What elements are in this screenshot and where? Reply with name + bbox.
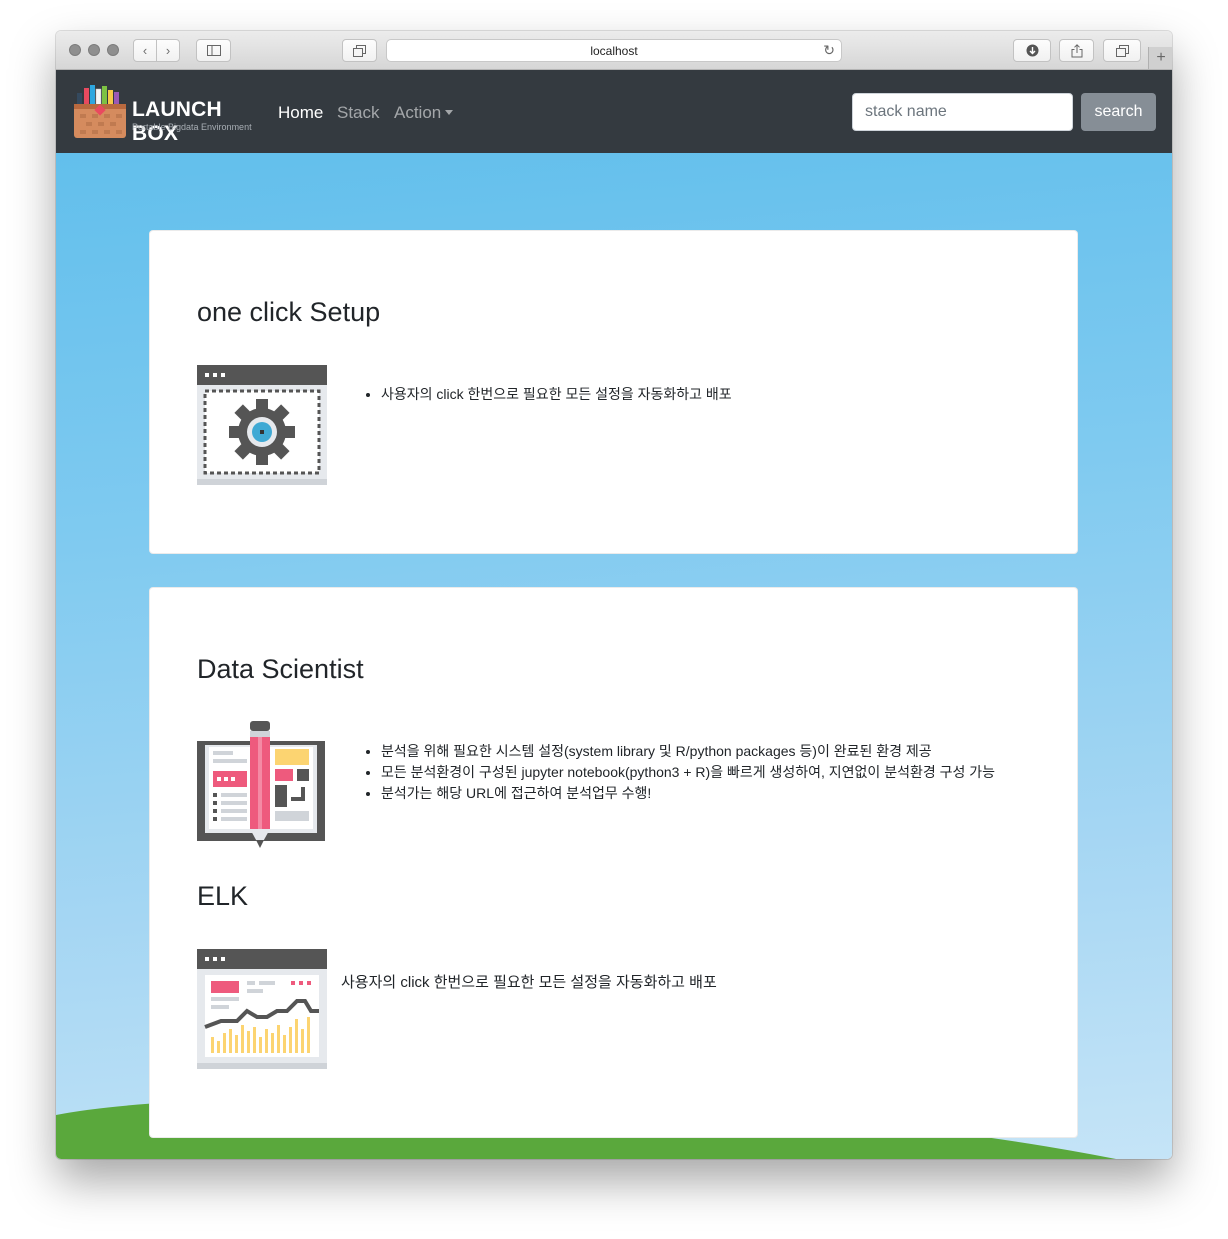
list-item: 모든 분석환경이 구성된 jupyter notebook(python3 + …: [381, 762, 995, 783]
nav-action-label: Action: [394, 103, 442, 122]
tab-overview-button[interactable]: [342, 39, 377, 62]
gear-window-icon: [197, 365, 327, 485]
basket-logo-icon: [74, 85, 126, 138]
tabs-icon: [353, 44, 366, 57]
chevron-right-icon: ›: [165, 43, 171, 58]
downloads-button[interactable]: [1013, 39, 1051, 62]
new-tab-button[interactable]: +: [1148, 47, 1172, 69]
chevron-left-icon: ‹: [142, 43, 148, 58]
elk-title: ELK: [197, 881, 249, 911]
nav-stack[interactable]: Stack: [337, 103, 380, 123]
data-scientist-bullet-list: 분석을 위해 필요한 시스템 설정(system library 및 R/pyt…: [363, 741, 995, 804]
elk-description: 사용자의 click 한번으로 필요한 모든 설정을 자동화하고 배포: [341, 974, 717, 991]
caret-down-icon: [445, 110, 454, 115]
brand-subtitle: Portable Bigdata Environment: [132, 122, 252, 132]
navbar: LAUNCH BOX Portable Bigdata Environment …: [56, 70, 1172, 153]
list-item: 분석가는 해당 URL에 접근하여 분석업무 수행!: [381, 783, 995, 804]
setup-title: one click Setup: [197, 297, 381, 327]
sidebar-button[interactable]: [196, 39, 231, 62]
data-scientist-title: Data Scientist: [197, 654, 364, 684]
close-window-button[interactable]: [69, 44, 81, 56]
address-bar[interactable]: localhost ↻: [386, 39, 842, 62]
brand-link[interactable]: LAUNCH BOX Portable Bigdata Environment: [72, 84, 262, 145]
tabs-icon: [1115, 44, 1129, 57]
setup-bullet-list: 사용자의 click 한번으로 필요한 모든 설정을 자동화하고 배포: [363, 384, 732, 405]
download-icon: [1026, 44, 1038, 57]
stack-search-input[interactable]: [852, 93, 1073, 131]
back-button[interactable]: ‹: [133, 39, 157, 62]
show-tabs-button[interactable]: [1103, 39, 1141, 62]
nav-home[interactable]: Home: [278, 103, 323, 123]
forward-button[interactable]: ›: [156, 39, 180, 62]
list-item: 분석을 위해 필요한 시스템 설정(system library 및 R/pyt…: [381, 741, 995, 762]
browser-toolbar: ‹ › localhost ↻ +: [56, 31, 1172, 70]
dashboard-chart-icon: [197, 949, 327, 1069]
list-item: 사용자의 click 한번으로 필요한 모든 설정을 자동화하고 배포: [381, 384, 732, 405]
url-text: localhost: [590, 43, 638, 58]
search-button[interactable]: search: [1081, 93, 1156, 131]
setup-card: one click Setup • 사용자의 click 한번으로 필요한 모든…: [149, 230, 1078, 554]
data-scientist-card: Data Scientist • 분석을 위해 필요한 시스템 설정(syste…: [149, 587, 1078, 1138]
reload-icon[interactable]: ↻: [823, 42, 835, 59]
browser-window: ‹ › localhost ↻ + LAUNCH BOX Portable Bi…: [56, 31, 1172, 1159]
nav-action-dropdown[interactable]: Action: [394, 103, 454, 123]
plus-icon: +: [1156, 49, 1166, 66]
sidebar-icon: [206, 45, 221, 56]
maximize-window-button[interactable]: [107, 44, 119, 56]
minimize-window-button[interactable]: [88, 44, 100, 56]
page-background: one click Setup • 사용자의 click 한번으로 필요한 모든…: [56, 153, 1172, 1159]
share-button[interactable]: [1059, 39, 1094, 62]
share-icon: [1071, 43, 1082, 57]
pencil-notebook-icon: [197, 721, 325, 848]
